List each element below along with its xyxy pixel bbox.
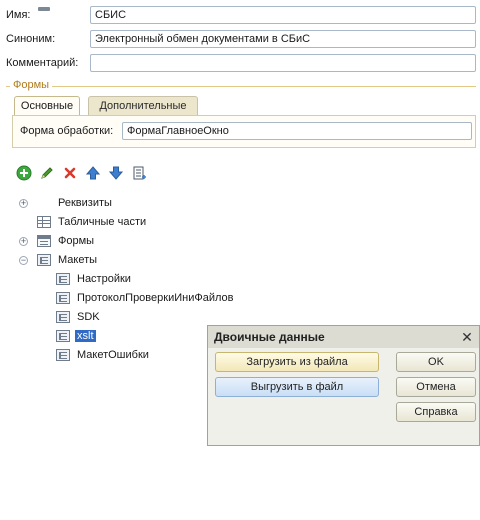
name-label: Имя: [6,9,31,21]
name-field[interactable]: СБИС [90,6,476,24]
tree-item-error-template[interactable]: МакетОшибки [77,346,149,364]
tree-item-xslt[interactable]: xslt [75,327,96,345]
tree-item-sdk[interactable]: SDK [77,308,100,326]
cancel-button[interactable]: Отмена [396,377,476,397]
tree-item-forms[interactable]: Формы [58,232,94,250]
synonym-label: Синоним: [6,33,56,45]
tab-panel: Форма обработки: ФормаГлавноеОкно [12,115,476,148]
delete-icon[interactable] [62,165,78,181]
tab-main[interactable]: Основные [14,96,80,116]
list-icon[interactable] [131,165,147,181]
load-from-file-button[interactable]: Загрузить из файла [215,352,379,372]
move-down-icon[interactable] [108,165,124,181]
tree-item-requisites[interactable]: Реквизиты [58,194,112,212]
forms-group-title: Формы [10,79,53,91]
ok-button[interactable]: OK [396,352,476,372]
add-icon[interactable] [16,165,32,181]
form-icon [37,235,51,247]
comment-field[interactable] [90,54,476,72]
template-icon [56,311,70,323]
template-icon [56,330,70,342]
edit-icon[interactable] [39,165,55,181]
close-icon[interactable]: ✕ [459,328,475,346]
template-icon [56,273,70,285]
selected-item-label: xslt [75,330,96,342]
expand-icon[interactable]: + [19,199,28,208]
collapse-icon[interactable]: − [19,256,28,265]
save-to-file-button[interactable]: Выгрузить в файл [215,377,379,397]
template-icon [56,349,70,361]
tree-item-protocol[interactable]: ПротоколПроверкиИниФайлов [77,289,233,307]
table-icon [37,216,51,228]
template-icon [56,292,70,304]
expand-icon[interactable]: + [19,237,28,246]
tree-item-tabular-parts[interactable]: Табличные части [58,213,146,231]
tab-additional[interactable]: Дополнительные [88,96,198,116]
move-up-icon[interactable] [85,165,101,181]
tree-item-templates[interactable]: Макеты [58,251,97,269]
processing-form-field[interactable]: ФормаГлавноеОкно [122,122,472,140]
help-button[interactable]: Справка [396,402,476,422]
comment-label: Комментарий: [6,57,79,69]
processing-form-label: Форма обработки: [20,125,114,137]
template-icon [37,254,51,266]
forms-group-line [6,86,476,87]
dialog-title: Двоичные данные [208,326,479,348]
props-icon [38,7,50,11]
binary-data-dialog: Двоичные данные ✕ Загрузить из файла Выг… [207,325,480,446]
synonym-field[interactable]: Электронный обмен документами в СБиС [90,30,476,48]
tree-item-settings[interactable]: Настройки [77,270,131,288]
